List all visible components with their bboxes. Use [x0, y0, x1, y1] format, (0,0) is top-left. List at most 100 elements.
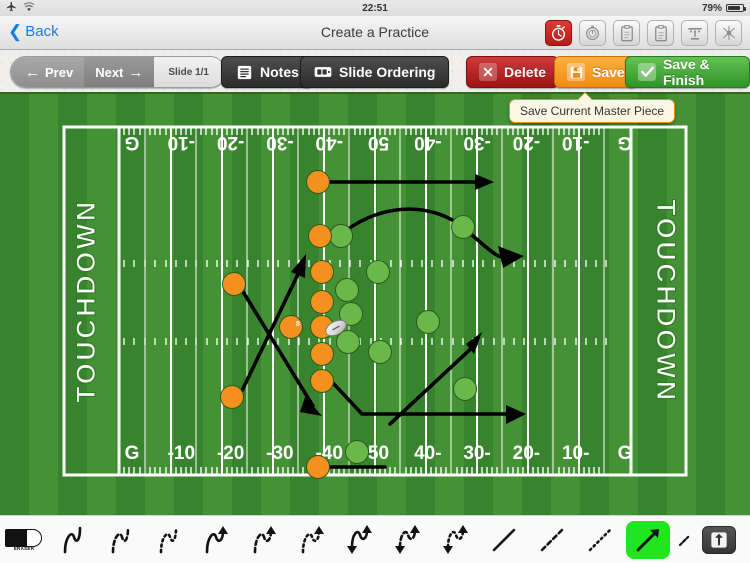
- squiggle-arrow-dashed-icon: [253, 525, 276, 553]
- status-bar-time: 22:51: [362, 2, 388, 14]
- whistle-icon-button[interactable]: [681, 20, 708, 46]
- squiggle-arrow-solid-tool[interactable]: [192, 517, 240, 563]
- yard-number: -40: [414, 132, 441, 153]
- clipboard-icon-button[interactable]: [613, 20, 640, 46]
- defense-player-marker[interactable]: [336, 330, 360, 354]
- field-diagram[interactable]: G -10 -20 -30 -40 50 -40 -30 -20 -10 G G -10 -20 -30-…: [0, 94, 750, 515]
- next-slide-button[interactable]: Next →: [84, 57, 155, 87]
- squiggle-dotted-tool[interactable]: [144, 517, 192, 563]
- slide-counter: Slide 1/1: [154, 57, 225, 87]
- offense-player-marker[interactable]: [306, 455, 330, 479]
- offense-player-marker[interactable]: [310, 342, 334, 366]
- squiggle-solid-tool[interactable]: [48, 517, 96, 563]
- battery-percent-label: 79%: [701, 2, 722, 14]
- yard-number: G: [618, 132, 633, 153]
- delete-label: Delete: [504, 64, 547, 80]
- slide-ordering-icon: [314, 63, 332, 81]
- offense-player-marker[interactable]: [308, 224, 332, 248]
- slide-ordering-button[interactable]: Slide Ordering: [300, 56, 450, 88]
- squiggle-solid-icon: [63, 526, 82, 553]
- football-field-canvas[interactable]: G -10 -20 -30 -40 50 -40 -30 -20 -10 G G -10 -20 -30-…: [0, 94, 750, 515]
- squiggle-block-arrow-dashed-tool[interactable]: [384, 517, 432, 563]
- navbar-icon-group: [545, 20, 742, 46]
- battery-icon: [726, 4, 746, 12]
- player-number-label: 8: [296, 321, 300, 328]
- offense-player-marker[interactable]: [310, 260, 334, 284]
- squiggle-dotted-icon: [159, 526, 178, 553]
- save-label: Save: [592, 64, 625, 80]
- offense-player-marker[interactable]: [222, 272, 246, 296]
- arrow-right-icon: →: [128, 63, 144, 81]
- defense-player-marker[interactable]: [451, 215, 475, 239]
- slide-counter-label: Slide 1/1: [168, 66, 209, 78]
- defense-player-marker[interactable]: [329, 224, 353, 248]
- eraser-icon: ERASER: [5, 528, 43, 551]
- prev-slide-button[interactable]: ← Prev: [11, 57, 85, 87]
- yard-number: 20-: [513, 443, 540, 464]
- slide-navigation-group: ← Prev Next → Slide 1/1: [10, 56, 226, 88]
- stopwatch-icon-button[interactable]: [545, 20, 572, 46]
- navigation-bar: ❮ Back Create a Practice: [0, 16, 750, 50]
- offense-player-marker[interactable]: [310, 290, 334, 314]
- drawing-tools-toolbar: ERASER: [0, 515, 750, 563]
- save-disk-icon: [567, 63, 585, 81]
- clipboard-alt-icon-button[interactable]: [647, 20, 674, 46]
- squiggle-block-arrow-dotted-tool[interactable]: [432, 517, 480, 563]
- defense-player-marker[interactable]: [453, 377, 477, 401]
- save-and-finish-button[interactable]: Save & Finish: [625, 56, 750, 88]
- close-icon: [479, 63, 497, 81]
- timer-icon-button[interactable]: [579, 20, 606, 46]
- squiggle-arrow-dotted-tool[interactable]: [288, 517, 336, 563]
- squiggle-block-arrow-dotted-icon: [443, 524, 468, 554]
- eraser-label: ERASER: [13, 545, 35, 551]
- yard-number: -10: [562, 132, 589, 153]
- defense-player-marker[interactable]: [416, 310, 440, 334]
- yard-number: G: [125, 443, 140, 464]
- squiggle-arrow-dashed-tool[interactable]: [240, 517, 288, 563]
- endzone-left-label: TOUCHDOWN: [71, 199, 101, 402]
- defense-player-marker[interactable]: [345, 440, 369, 464]
- prev-slide-label: Prev: [45, 64, 74, 80]
- whistle-icon: [687, 27, 702, 40]
- line-small-tool[interactable]: [672, 517, 698, 563]
- line-dotted-tool[interactable]: [576, 517, 624, 563]
- yard-number: -30: [266, 132, 293, 153]
- status-bar-right: 79%: [701, 2, 746, 14]
- line-dotted-icon: [588, 528, 612, 551]
- squiggle-double-arrow-icon: [347, 524, 372, 554]
- squiggle-dashed-tool[interactable]: [96, 517, 144, 563]
- yard-number: 40-: [414, 443, 441, 464]
- yard-number: -40: [315, 132, 342, 153]
- defense-player-marker[interactable]: [366, 260, 390, 284]
- defense-player-marker[interactable]: [368, 340, 392, 364]
- play-diagram-icon: [722, 25, 735, 41]
- line-solid-tool[interactable]: [480, 517, 528, 563]
- offense-player-marker[interactable]: [306, 170, 330, 194]
- yard-number: -30: [463, 132, 490, 153]
- squiggle-double-arrow-tool[interactable]: [336, 517, 384, 563]
- arrow-left-icon: ←: [25, 63, 40, 81]
- timer-icon: [586, 25, 599, 41]
- eraser-tool[interactable]: ERASER: [0, 517, 48, 563]
- share-tool[interactable]: [702, 525, 736, 554]
- line-dashed-tool[interactable]: [528, 517, 576, 563]
- slide-ordering-label: Slide Ordering: [339, 64, 436, 80]
- clipboard-alt-icon: [654, 24, 667, 41]
- notes-icon: [235, 63, 253, 81]
- play-diagram-icon-button[interactable]: [715, 20, 742, 46]
- status-bar: 22:51 79%: [0, 0, 750, 16]
- notes-label: Notes: [260, 64, 299, 80]
- offense-player-marker[interactable]: [310, 369, 334, 393]
- delete-button[interactable]: Delete: [466, 56, 560, 88]
- arrow-tool[interactable]: [626, 520, 670, 559]
- yard-number: 10-: [562, 443, 589, 464]
- squiggle-dashed-icon: [111, 526, 130, 553]
- yard-number: G: [618, 443, 633, 464]
- squiggle-arrow-solid-icon: [205, 525, 228, 553]
- stopwatch-icon: [551, 25, 566, 41]
- save-tooltip: Save Current Master Piece: [509, 92, 676, 123]
- offense-player-marker[interactable]: [220, 385, 244, 409]
- defense-player-marker[interactable]: [335, 278, 359, 302]
- action-toolbar: ← Prev Next → Slide 1/1 Notes Slide Orde…: [0, 50, 750, 94]
- yard-number: 50: [368, 132, 389, 153]
